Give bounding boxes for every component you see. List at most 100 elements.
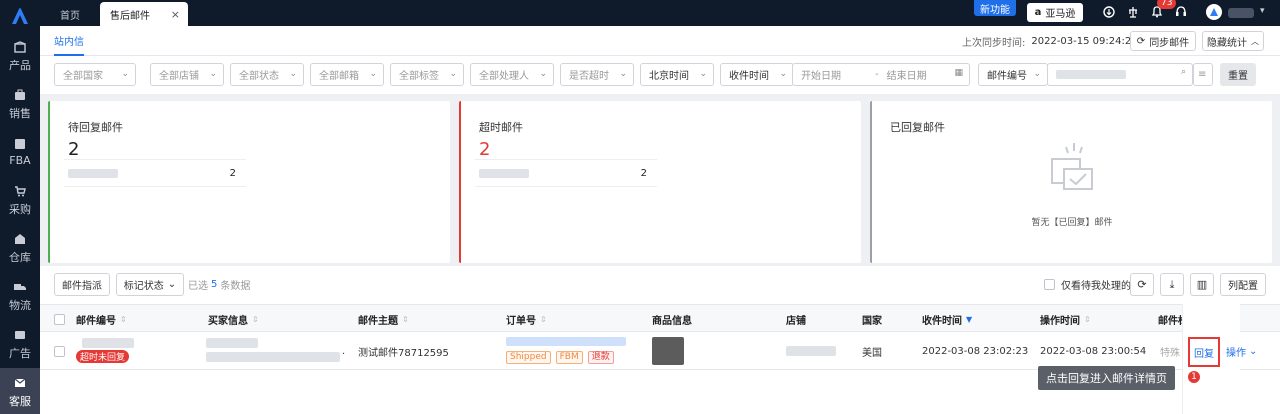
amazon-switch-button[interactable]: a 亚马逊: [1027, 3, 1083, 22]
mail-no-redacted: [82, 338, 134, 348]
chevron-down-icon[interactable]: ▾: [1260, 6, 1265, 16]
column-config-button[interactable]: 列配置: [1220, 273, 1266, 296]
reset-button[interactable]: 重置: [1220, 63, 1256, 86]
tab-aftersale-mail[interactable]: 售后邮件 ×: [100, 2, 188, 26]
sidebar-item-fba[interactable]: FBA: [0, 128, 40, 176]
mailbox-select[interactable]: 全部邮箱 ⌄: [310, 63, 384, 86]
store-cell: [786, 332, 836, 370]
headset-icon[interactable]: [1174, 5, 1188, 19]
country-select[interactable]: 全部国家 ⌄: [54, 63, 136, 86]
row-checkbox[interactable]: [54, 332, 65, 370]
download-icon[interactable]: [1102, 5, 1116, 19]
sidebar-item-product[interactable]: 产品: [0, 32, 40, 80]
filter-bar: 全部国家 ⌄ 全部店铺 ⌄ 全部状态 ⌄ 全部邮箱 ⌄ 全部标签 ⌄ 全部处理人 ⌄ 是否超…: [40, 56, 1280, 94]
avatar[interactable]: [1206, 4, 1222, 20]
reply-tooltip: 点击回复进入邮件详情页: [1038, 366, 1175, 390]
hide-stats-button[interactable]: 隐藏统计 ︿: [1202, 31, 1264, 51]
logo-icon: [12, 8, 28, 24]
settings-icon[interactable]: [1126, 5, 1140, 19]
store-redacted: [786, 346, 836, 356]
ad-icon: [13, 328, 27, 342]
pending-reply-sub-count: 2: [229, 168, 236, 179]
time-type-select[interactable]: 收件时间 ⌄: [720, 63, 794, 86]
overdue-select[interactable]: 是否超时 ⌄: [560, 63, 634, 86]
layout-icon[interactable]: ▥: [1190, 273, 1214, 296]
col-store: 店铺: [786, 315, 806, 327]
time-type-select-value: 收件时间: [729, 71, 769, 82]
only-mine-checkbox[interactable]: [1044, 279, 1055, 290]
timezone-select[interactable]: 北京时间 ⌄: [640, 63, 714, 86]
step-marker: 1: [1186, 369, 1202, 385]
col-mail-no-label: 邮件编号: [76, 315, 116, 327]
table-row[interactable]: 超时未回复 . 测试邮件78712595 Shipped FBM 退款 美国 202…: [40, 332, 1280, 370]
search-icon: ⌕: [1180, 67, 1186, 77]
order-tags: Shipped FBM 退款: [506, 351, 619, 364]
col-received[interactable]: 收件时间 ▼: [922, 305, 972, 333]
order-cell[interactable]: Shipped FBM 退款: [506, 332, 646, 370]
store-select[interactable]: 全部店铺 ⌄: [150, 63, 224, 86]
avatar-logo-icon: [1210, 8, 1218, 16]
mark-status-button[interactable]: 标记状态 ⌄: [116, 273, 184, 296]
product-cell: [652, 332, 684, 370]
sync-mail-label: 同步邮件: [1149, 37, 1190, 49]
subject-cell[interactable]: 测试邮件78712595: [358, 332, 449, 370]
col-operated[interactable]: 操作时间 ⇕: [1040, 305, 1091, 333]
chevron-down-icon: ⌄: [167, 279, 177, 290]
warehouse-icon: [13, 232, 27, 246]
handler-select[interactable]: 全部处理人 ⌄: [470, 63, 554, 86]
pending-reply-card[interactable]: 待回复邮件 2 2: [48, 101, 450, 263]
download-icon[interactable]: ⤓: [1160, 273, 1184, 296]
new-feature-button[interactable]: 新功能: [974, 0, 1016, 16]
sort-icon: ⇕: [120, 314, 127, 324]
col-subject[interactable]: 邮件主题 ⇕: [358, 305, 409, 333]
tab-home[interactable]: 首页: [48, 2, 92, 26]
operate-label: 操作: [1226, 347, 1246, 359]
hide-stats-label: 隐藏统计: [1207, 37, 1247, 49]
order-no-redacted[interactable]: [506, 337, 626, 346]
status-select-value: 全部状态: [239, 71, 279, 82]
col-buyer[interactable]: 买家信息 ⇕: [208, 305, 259, 333]
tag-select[interactable]: 全部标签 ⌄: [390, 63, 464, 86]
chevron-up-icon: ︿: [1251, 36, 1259, 46]
mailbox-select-value: 全部邮箱: [319, 71, 359, 82]
sidebar-item-label: 产品: [9, 58, 31, 72]
product-thumbnail[interactable]: [652, 337, 684, 365]
overdue-select-value: 是否超时: [569, 71, 609, 82]
assign-mail-button[interactable]: 邮件指派: [54, 273, 110, 296]
selected-prefix: 已选: [188, 281, 208, 292]
sidebar-item-purchase[interactable]: 采购: [0, 176, 40, 224]
search-input[interactable]: ⌕: [1047, 63, 1193, 86]
country-cell: 美国: [862, 347, 882, 359]
sidebar-item-ads[interactable]: 广告: [0, 320, 40, 368]
sidebar-item-warehouse[interactable]: 仓库: [0, 224, 40, 272]
reply-button[interactable]: 回复: [1188, 337, 1220, 367]
chevron-down-icon: ⌄: [699, 69, 707, 79]
sidebar-item-sales[interactable]: 销售: [0, 80, 40, 128]
selected-info: 已选 5 条数据: [188, 273, 250, 296]
sync-mail-button[interactable]: ⟳ 同步邮件: [1130, 31, 1196, 51]
status-select[interactable]: 全部状态 ⌄: [230, 63, 304, 86]
overdue-sub-count: 2: [640, 168, 647, 179]
col-mail-no[interactable]: 邮件编号 ⇕: [76, 305, 127, 333]
date-range-picker[interactable]: 开始日期 - 结束日期 ▦: [792, 63, 970, 86]
only-mine-toggle[interactable]: 仅看待我处理的: [1044, 273, 1131, 296]
search-field-select[interactable]: 邮件编号 ⌄: [978, 63, 1048, 86]
fbm-tag: FBM: [555, 351, 583, 364]
chevron-down-icon: ⌄: [209, 69, 217, 79]
refresh-icon[interactable]: ⟳: [1130, 273, 1154, 296]
sidebar-item-service[interactable]: 客服: [0, 368, 40, 414]
app-logo[interactable]: [0, 0, 40, 32]
col-order[interactable]: 订单号 ⇕: [506, 305, 547, 333]
overdue-card[interactable]: 超时邮件 2 2: [459, 101, 861, 263]
replied-card[interactable]: 已回复邮件 暂无【已回复】邮件: [870, 101, 1272, 263]
store-name-redacted: [68, 169, 118, 178]
close-icon[interactable]: ×: [171, 8, 180, 21]
sort-desc-icon: ▼: [966, 314, 973, 324]
search-options-icon[interactable]: ≡: [1193, 63, 1213, 86]
tab-inbox[interactable]: 站内信: [54, 26, 84, 56]
operate-dropdown[interactable]: 操作 ⌄: [1226, 332, 1257, 370]
chevron-down-icon: ⌄: [449, 69, 457, 79]
sidebar-item-logistics[interactable]: 物流: [0, 272, 40, 320]
select-all-checkbox[interactable]: [54, 305, 65, 333]
username[interactable]: [1228, 8, 1254, 18]
